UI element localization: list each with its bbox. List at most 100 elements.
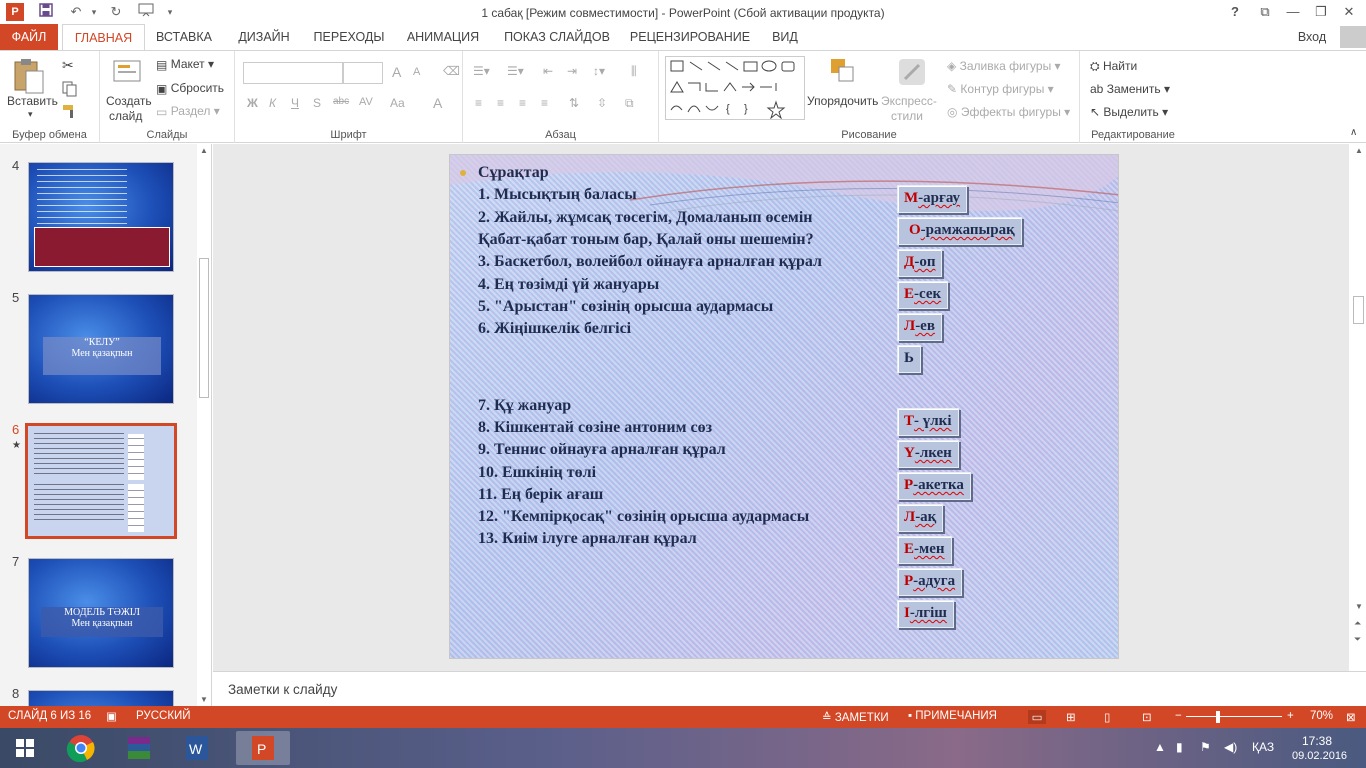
answer-box[interactable]: Л-ев xyxy=(897,313,942,341)
shrink-font-button[interactable]: A xyxy=(413,66,420,78)
select-button[interactable]: ↖ Выделить ▾ xyxy=(1090,105,1168,119)
network-icon[interactable]: ▮ xyxy=(1176,740,1183,754)
previous-slide-icon[interactable]: ⏶ xyxy=(1354,618,1361,629)
zoom-out-icon[interactable]: − xyxy=(1175,710,1182,722)
columns-icon[interactable]: ⫼ xyxy=(631,64,637,79)
ribbon-display-icon[interactable]: ⧉ xyxy=(1252,3,1278,21)
answer-box[interactable]: О-рамжапырақ xyxy=(897,217,1022,245)
format-painter-icon[interactable] xyxy=(62,103,78,122)
copy-icon[interactable] xyxy=(62,81,78,100)
align-right-icon[interactable]: ≡ xyxy=(519,96,526,110)
bullets-icon[interactable]: ☰▾ xyxy=(473,64,490,78)
answer-box[interactable]: Р-адуга xyxy=(897,568,963,596)
decrease-indent-icon[interactable]: ⇤ xyxy=(543,64,553,78)
zoom-slider-thumb[interactable] xyxy=(1216,711,1220,723)
minimize-button[interactable]: — xyxy=(1280,3,1306,21)
powerpoint-taskbar-icon[interactable]: P xyxy=(236,731,290,765)
spellcheck-icon[interactable]: ▣ xyxy=(106,709,117,723)
font-name-input[interactable] xyxy=(243,62,343,84)
font-size-input[interactable] xyxy=(343,62,383,84)
tab-file[interactable]: ФАЙЛ xyxy=(0,24,58,50)
start-button[interactable] xyxy=(4,731,46,765)
slide-thumbnail-5[interactable]: “КЕЛУ” Мен қазақпын xyxy=(28,294,174,404)
clear-format-icon[interactable]: ⌫ xyxy=(443,64,460,78)
scroll-thumb[interactable] xyxy=(199,258,209,398)
shape-outline-button[interactable]: ✎ Контур фигуры ▾ xyxy=(947,82,1054,96)
quick-styles-button[interactable]: Экспресс- xyxy=(881,94,937,108)
tab-insert[interactable]: ВСТАВКА xyxy=(150,24,218,50)
answer-box[interactable]: Ү-лкен xyxy=(897,440,959,468)
tab-review[interactable]: РЕЦЕНЗИРОВАНИЕ xyxy=(626,24,754,50)
close-button[interactable]: ✕ xyxy=(1336,3,1362,21)
sign-in-link[interactable]: Вход xyxy=(1290,24,1334,50)
slide-thumbnail-4[interactable] xyxy=(28,162,174,272)
winrar-icon[interactable] xyxy=(118,731,160,765)
new-slide-button[interactable]: Создать xyxy=(106,94,152,108)
answer-box[interactable]: М-арғау xyxy=(897,185,968,213)
scroll-thumb[interactable] xyxy=(1353,296,1364,324)
comments-button[interactable]: ▪ ПРИМЕЧАНИЯ xyxy=(908,710,997,722)
paste-dropdown-icon[interactable]: ▾ xyxy=(28,109,33,120)
tab-transitions[interactable]: ПЕРЕХОДЫ xyxy=(308,24,390,50)
slide-scrollbar[interactable]: ▲ ▼ ⏶ ⏷ xyxy=(1351,144,1366,671)
reading-view-icon[interactable]: ▯ xyxy=(1104,710,1110,724)
replace-button[interactable]: ab Заменить ▾ xyxy=(1090,82,1170,96)
slide-thumbnail-7[interactable]: МОДЕЛЬ ТӘЖІЛ Мен қазақпын xyxy=(28,558,174,668)
smartart-icon[interactable]: ⧉ xyxy=(625,96,634,111)
zoom-in-icon[interactable]: + xyxy=(1287,710,1294,722)
answer-box[interactable]: Е-мен xyxy=(897,536,952,564)
action-center-icon[interactable]: ⚑ xyxy=(1200,740,1211,754)
text-direction-icon[interactable]: ⇅ xyxy=(569,96,579,110)
tab-animation[interactable]: АНИМАЦИЯ xyxy=(398,24,488,50)
justify-icon[interactable]: ≡ xyxy=(541,96,548,110)
cut-icon[interactable]: ✂ xyxy=(62,57,74,74)
reset-button[interactable]: ▣ Сбросить xyxy=(156,81,224,96)
answer-box[interactable]: І-лгіш xyxy=(897,600,954,628)
clock-date[interactable]: 09.02.2016 xyxy=(1292,750,1347,762)
align-center-icon[interactable]: ≡ xyxy=(497,96,504,110)
line-spacing-icon[interactable]: ↕▾ xyxy=(593,64,605,78)
slide-sorter-icon[interactable]: ⊞ xyxy=(1066,710,1076,724)
layout-button[interactable]: ▤ Макет ▾ xyxy=(156,57,214,72)
scroll-up-icon[interactable]: ▲ xyxy=(200,146,208,155)
grow-font-button[interactable]: A xyxy=(392,64,401,80)
font-color-button[interactable]: A xyxy=(433,95,442,111)
arrange-button[interactable]: Упорядочить xyxy=(807,94,878,108)
bold-button[interactable]: Ж xyxy=(247,96,258,110)
align-text-icon[interactable]: ⇳ xyxy=(597,96,607,110)
tab-slideshow[interactable]: ПОКАЗ СЛАЙДОВ xyxy=(497,24,617,50)
keyboard-language[interactable]: ҚАЗ xyxy=(1252,740,1274,754)
paste-icon[interactable] xyxy=(12,57,46,98)
next-slide-icon[interactable]: ⏷ xyxy=(1354,634,1361,645)
quick-styles-icon[interactable] xyxy=(897,57,927,90)
scroll-up-icon[interactable]: ▲ xyxy=(1355,146,1363,155)
shape-fill-button[interactable]: ◈ Заливка фигуры ▾ xyxy=(947,59,1061,73)
chrome-icon[interactable] xyxy=(60,731,102,765)
scroll-down-icon[interactable]: ▼ xyxy=(1355,602,1363,611)
user-avatar[interactable] xyxy=(1340,26,1366,48)
new-slide-dropdown[interactable]: слайд xyxy=(109,109,142,123)
notes-placeholder[interactable]: Заметки к слайду xyxy=(228,682,337,697)
increase-indent-icon[interactable]: ⇥ xyxy=(567,64,577,78)
slide-canvas[interactable]: Сұрақтар 1. Мысықтың баласы 2. Жайлы, жұ… xyxy=(449,154,1119,659)
answer-box[interactable]: Р-акетка xyxy=(897,472,971,500)
numbering-icon[interactable]: ☰▾ xyxy=(507,64,524,78)
change-case-button[interactable]: Aa xyxy=(390,96,405,110)
slideshow-view-icon[interactable]: ⊡ xyxy=(1142,710,1152,724)
find-button[interactable]: ⛭ Найти xyxy=(1090,59,1137,74)
new-slide-icon[interactable] xyxy=(112,57,142,90)
char-spacing-button[interactable]: AV xyxy=(359,96,373,108)
slide-thumbnail-8[interactable] xyxy=(28,690,174,706)
shape-effects-button[interactable]: ◎ Эффекты фигуры ▾ xyxy=(947,105,1070,119)
answer-box[interactable]: Т- үлкі xyxy=(897,408,959,436)
word-icon[interactable]: W xyxy=(176,731,218,765)
collapse-ribbon-icon[interactable]: ∧ xyxy=(1350,127,1357,138)
answer-box[interactable]: Е-сек xyxy=(897,281,949,309)
answer-box[interactable]: Ь xyxy=(897,345,921,373)
slide-thumbnail-6-selected[interactable] xyxy=(25,423,177,539)
notes-button[interactable]: ≙ ЗАМЕТКИ xyxy=(822,710,889,724)
volume-icon[interactable]: ◀) xyxy=(1224,740,1237,754)
underline-button[interactable]: Ч xyxy=(291,96,299,110)
help-button[interactable]: ? xyxy=(1222,3,1248,21)
restore-button[interactable]: ❐ xyxy=(1308,3,1334,21)
